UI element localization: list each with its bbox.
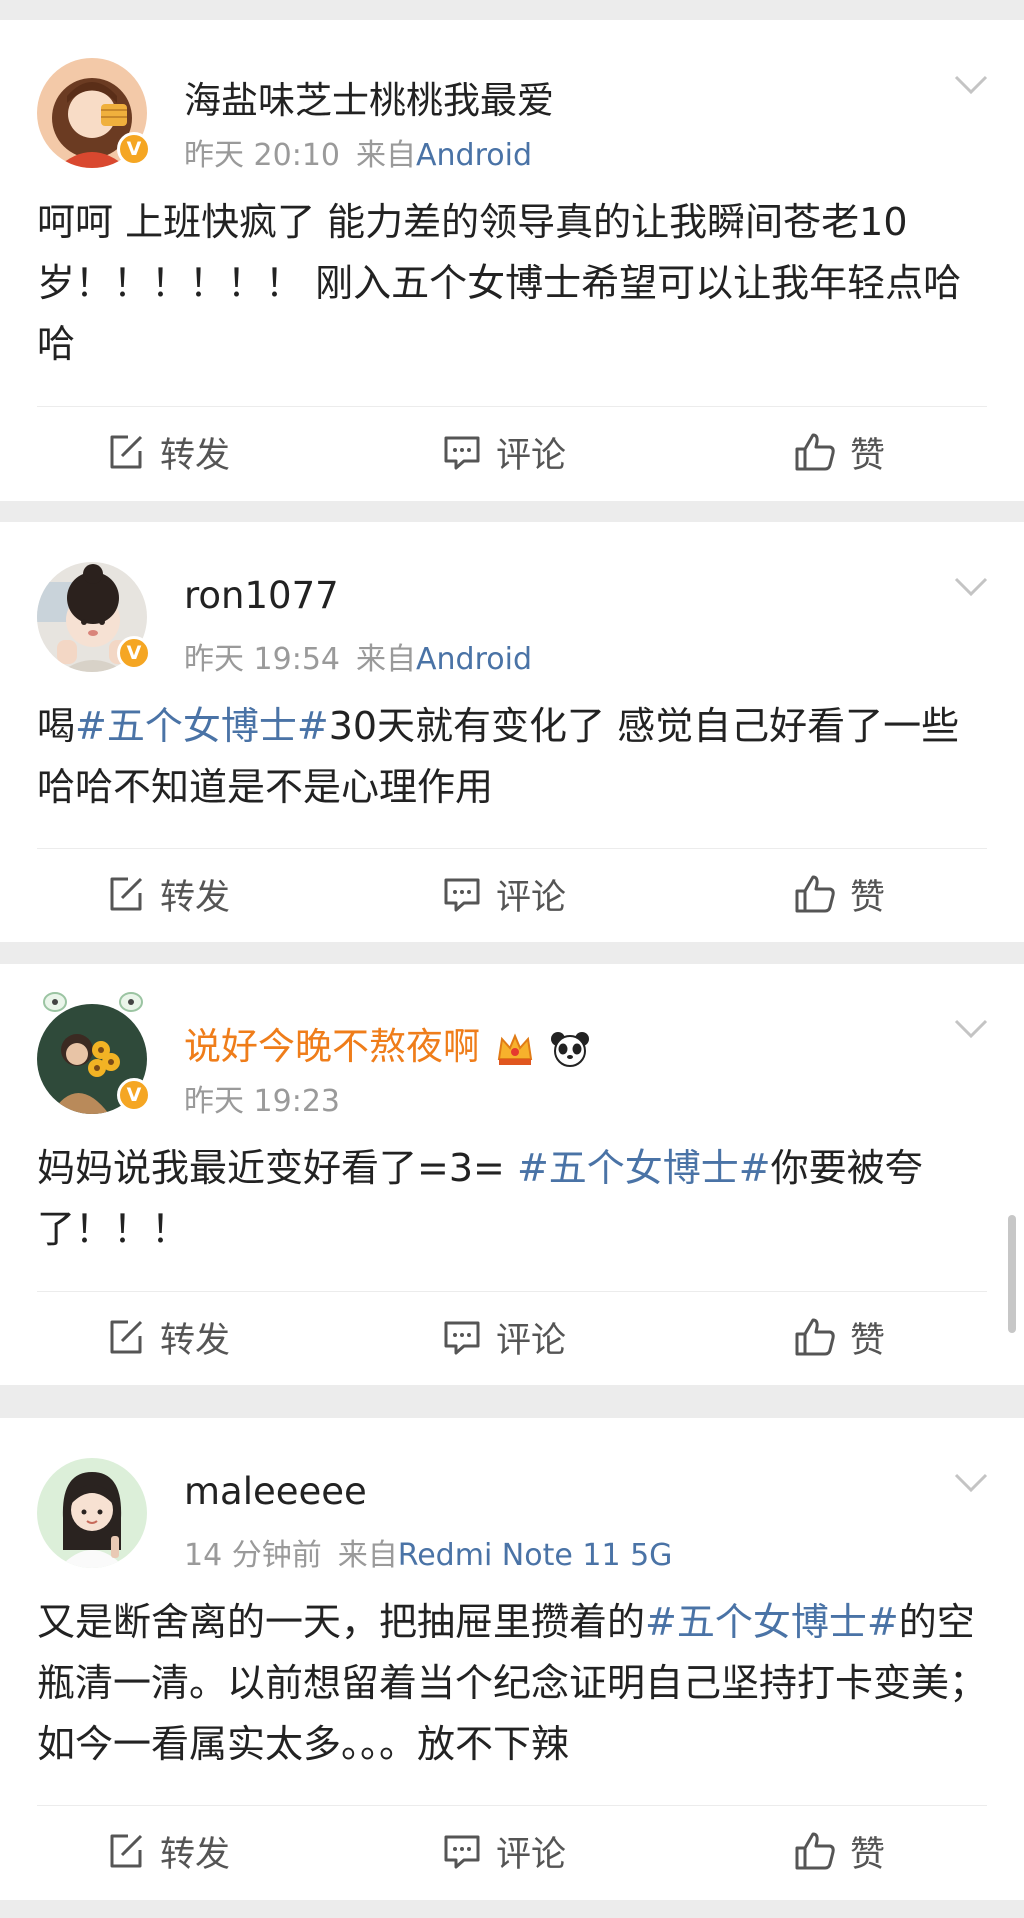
post-time: 昨天 19:54 (184, 642, 340, 677)
post-username-row: 说好今晚不熬夜啊 (184, 1016, 590, 1070)
post-meta: 昨天 20:10 来自Android (184, 130, 532, 174)
comment-icon (444, 436, 480, 470)
chevron-down-icon[interactable] (954, 1472, 988, 1494)
comment-icon (444, 878, 480, 912)
post-card: maleeeee 14 分钟前 来自Redmi Note 11 5G 又是断舍离的… (0, 1418, 1024, 1900)
post-text: 喝#五个女博士#30天就有变化了 感觉自己好看了一些 哈哈不知道是不是心理作用 (37, 696, 987, 818)
like-button[interactable]: 赞 (794, 1806, 885, 1896)
chevron-down-icon[interactable] (954, 74, 988, 96)
repost-label: 转发 (160, 1320, 231, 1361)
post-text-part: 妈妈说我最近变好看了=3= (37, 1146, 517, 1190)
action-bar: 转发 评论 赞 (0, 849, 1024, 939)
post-meta: 14 分钟前 来自Redmi Note 11 5G (184, 1530, 672, 1574)
action-bar: 转发 评论 赞 (0, 1292, 1024, 1382)
crown-badge-icon (497, 1032, 532, 1065)
bear-ears-icon (43, 992, 143, 1012)
post-source[interactable]: Android (416, 138, 532, 173)
comment-label: 评论 (496, 435, 567, 476)
avatar[interactable]: V (37, 562, 151, 672)
post-username[interactable]: 说好今晚不熬夜啊 (184, 1025, 480, 1068)
comment-label: 评论 (496, 1320, 567, 1361)
avatar[interactable] (37, 1458, 147, 1568)
repost-icon (110, 435, 143, 469)
post-card: V 海盐味芝士桃桃我最爱 昨天 20:10 来自Android 呵呵 上班快疯了 … (0, 20, 1024, 501)
verified-badge-icon: V (117, 132, 151, 166)
post-username[interactable]: maleeeee (184, 1470, 367, 1513)
repost-label: 转发 (160, 1834, 231, 1875)
scrollbar[interactable] (1008, 1215, 1016, 1333)
repost-button[interactable]: 转发 (106, 407, 230, 497)
like-label: 赞 (850, 435, 886, 476)
post-via: 来自 (337, 1538, 398, 1573)
repost-icon (110, 877, 143, 911)
avatar[interactable]: V (37, 58, 151, 168)
verified-badge-icon: V (117, 1078, 151, 1112)
like-label: 赞 (850, 877, 886, 918)
post-card: V ron1077 昨天 19:54 来自Android 喝#五个女博士#30天就… (0, 522, 1024, 942)
like-button[interactable]: 赞 (794, 1292, 885, 1382)
thumbs-up-icon (795, 433, 835, 471)
like-label: 赞 (850, 1834, 886, 1875)
post-username[interactable]: ron1077 (184, 574, 339, 617)
thumbs-up-icon (795, 875, 835, 913)
comment-button[interactable]: 评论 (442, 1292, 566, 1382)
repost-button[interactable]: 转发 (106, 1806, 230, 1896)
comment-button[interactable]: 评论 (442, 849, 566, 939)
repost-icon (110, 1320, 143, 1354)
action-bar: 转发 评论 赞 (0, 1806, 1024, 1896)
post-text: 妈妈说我最近变好看了=3= #五个女博士#你要被夸了！！！ (37, 1138, 987, 1260)
repost-button[interactable]: 转发 (106, 849, 230, 939)
avatar[interactable]: V (37, 992, 151, 1114)
post-meta: 昨天 19:54 来自Android (184, 634, 532, 678)
post-time: 14 分钟前 (184, 1538, 322, 1573)
action-bar: 转发 评论 赞 (0, 407, 1024, 497)
post-username[interactable]: 海盐味芝士桃桃我最爱 (184, 70, 554, 124)
post-time: 昨天 19:23 (184, 1084, 340, 1119)
repost-label: 转发 (160, 877, 231, 918)
comment-icon (444, 1835, 480, 1869)
repost-label: 转发 (160, 435, 231, 476)
post-meta: 昨天 19:23 (184, 1076, 340, 1120)
verified-badge-icon: V (117, 636, 151, 670)
comment-button[interactable]: 评论 (442, 1806, 566, 1896)
post-via: 来自 (356, 138, 416, 173)
chevron-down-icon[interactable] (954, 1018, 988, 1040)
post-source[interactable]: Redmi Note 11 5G (398, 1538, 673, 1573)
post-card: V 说好今晚不熬夜啊 昨天 19:23 妈妈说我最近变好看了=3= #五个女博士… (0, 964, 1024, 1385)
post-source[interactable]: Android (416, 642, 532, 677)
avatar-image (37, 1458, 147, 1568)
comment-button[interactable]: 评论 (442, 407, 566, 497)
comment-icon (444, 1321, 480, 1355)
post-text: 呵呵 上班快疯了 能力差的领导真的让我瞬间苍老10岁！！！！！！ 刚入五个女博士… (37, 200, 962, 366)
post-via: 来自 (356, 642, 416, 677)
hashtag-link[interactable]: #五个女博士# (75, 704, 329, 748)
like-label: 赞 (850, 1320, 886, 1361)
weibo-feed: V 海盐味芝士桃桃我最爱 昨天 20:10 来自Android 呵呵 上班快疯了 … (0, 0, 1024, 1918)
post-text-part: 又是断舍离的一天，把抽屉里攒着的 (37, 1600, 646, 1644)
hashtag-link[interactable]: #五个女博士# (645, 1600, 899, 1644)
like-button[interactable]: 赞 (794, 849, 885, 939)
comment-label: 评论 (496, 877, 567, 918)
post-time: 昨天 20:10 (184, 138, 340, 173)
comment-label: 评论 (496, 1834, 567, 1875)
chevron-down-icon[interactable] (954, 576, 988, 598)
post-text-part: 喝 (37, 704, 76, 748)
post-text: 又是断舍离的一天，把抽屉里攒着的#五个女博士#的空瓶清一清。以前想留着当个纪念证… (37, 1592, 987, 1775)
hashtag-link[interactable]: #五个女博士# (517, 1146, 771, 1190)
like-button[interactable]: 赞 (794, 407, 885, 497)
repost-button[interactable]: 转发 (106, 1292, 230, 1382)
repost-icon (110, 1834, 143, 1868)
panda-icon (550, 1031, 589, 1067)
thumbs-up-icon (795, 1832, 835, 1870)
thumbs-up-icon (795, 1318, 835, 1356)
